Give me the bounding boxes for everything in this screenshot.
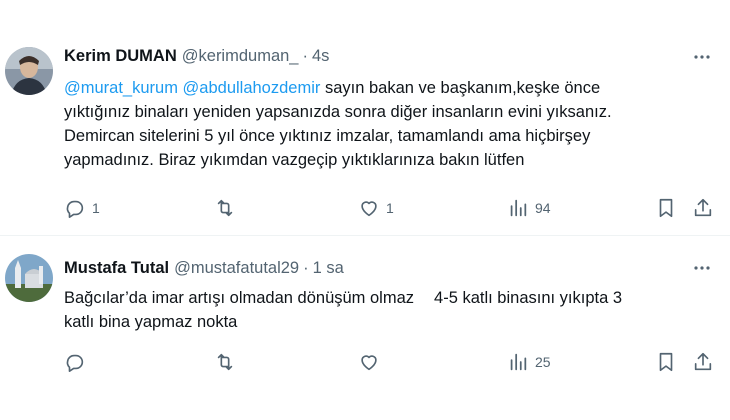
tweet-text: @murat_kurum @abdullahozdemir sayın baka… (64, 76, 724, 172)
action-bar: 1 1 94 (64, 196, 724, 220)
views-icon (507, 351, 529, 373)
action-bar: 25 (64, 350, 724, 374)
bookmark-button[interactable] (655, 350, 677, 374)
display-name[interactable]: Mustafa Tutal (64, 259, 169, 278)
like-icon (358, 197, 380, 219)
tweet-text-line: yapmadınız. Biraz yıkımdan vazgeçip yıkt… (64, 151, 525, 169)
separator: · (302, 46, 308, 65)
user-handle[interactable]: @kerimduman_ (182, 47, 299, 66)
reply-icon (64, 197, 86, 219)
retweet-button[interactable] (214, 196, 242, 220)
retweet-icon (214, 197, 236, 219)
share-icon (692, 351, 714, 373)
more-icon[interactable] (692, 47, 712, 67)
timestamp[interactable]: 4s (312, 47, 329, 66)
separator: · (303, 258, 309, 277)
tweet-header: Kerim DUMAN @kerimduman_ · 4s (64, 45, 329, 67)
share-button[interactable] (692, 196, 714, 220)
mention-link[interactable]: @abdullahozdemir (183, 79, 321, 97)
bookmark-icon (655, 197, 677, 219)
tweet[interactable]: Mustafa Tutal @mustafatutal29 · 1 sa Bağ… (0, 236, 730, 420)
share-button[interactable] (692, 350, 714, 374)
display-name[interactable]: Kerim DUMAN (64, 47, 177, 66)
tweet-text-line: katlı bina yapmaz nokta (64, 313, 238, 331)
reply-count: 1 (92, 200, 100, 216)
tweet[interactable]: Kerim DUMAN @kerimduman_ · 4s @murat_kur… (0, 0, 730, 235)
more-icon[interactable] (692, 258, 712, 278)
reply-icon (64, 351, 86, 373)
tweet-text-line: yıktığınız binaları yeniden yapsanızda s… (64, 103, 612, 121)
retweet-button[interactable] (214, 350, 242, 374)
tweet-header: Mustafa Tutal @mustafatutal29 · 1 sa (64, 257, 344, 279)
tweet-text-line: 4-5 katlı binasını yıkıpta 3 (434, 289, 623, 307)
views-button[interactable]: 25 (507, 350, 551, 374)
user-handle[interactable]: @mustafatutal29 (174, 259, 299, 278)
tweet-text: Bağcılar’da imar artışı olmadan dönüşüm … (64, 286, 724, 334)
avatar[interactable] (5, 254, 53, 302)
tweet-text-line: Demircan sitelerini 5 yıl önce yıktınız … (64, 127, 591, 145)
view-count: 25 (535, 354, 551, 370)
bookmark-button[interactable] (655, 196, 677, 220)
tweet-text-line: Bağcılar’da imar artışı olmadan dönüşüm … (64, 289, 415, 307)
like-count: 1 (386, 200, 394, 216)
tweet-text-line: sayın bakan ve başkanım,keşke önce (320, 79, 601, 97)
like-button[interactable]: 1 (358, 196, 394, 220)
retweet-icon (214, 351, 236, 373)
avatar[interactable] (5, 47, 53, 95)
like-icon (358, 351, 380, 373)
reply-button[interactable] (64, 350, 92, 374)
view-count: 94 (535, 200, 551, 216)
views-icon (507, 197, 529, 219)
reply-button[interactable]: 1 (64, 196, 100, 220)
bookmark-icon (655, 351, 677, 373)
timestamp[interactable]: 1 sa (313, 259, 344, 278)
views-button[interactable]: 94 (507, 196, 551, 220)
share-icon (692, 197, 714, 219)
mention-link[interactable]: @murat_kurum (64, 79, 178, 97)
like-button[interactable] (358, 350, 386, 374)
